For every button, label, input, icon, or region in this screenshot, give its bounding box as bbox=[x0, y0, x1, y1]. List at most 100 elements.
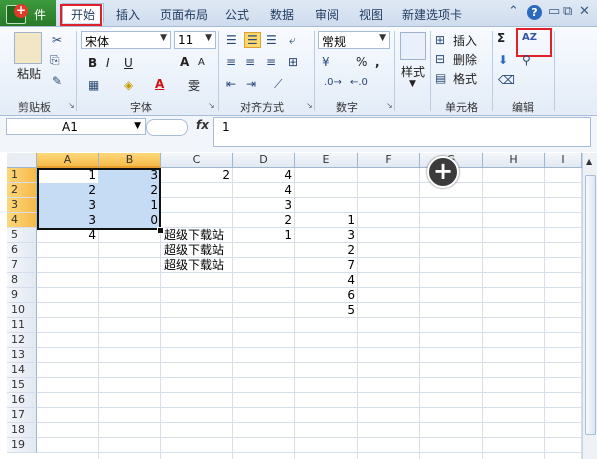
row-header-12[interactable]: 12 bbox=[7, 333, 37, 348]
row-header-4[interactable]: 4 bbox=[7, 213, 37, 228]
row-header-11[interactable]: 11 bbox=[7, 318, 37, 333]
cell-e8[interactable]: 4 bbox=[295, 273, 358, 288]
increase-indent-icon[interactable]: ⇥ bbox=[246, 77, 256, 91]
select-all-corner[interactable] bbox=[7, 153, 37, 168]
format-cells-button[interactable]: 格式 bbox=[453, 70, 477, 87]
formula-bar-expand[interactable] bbox=[146, 119, 188, 136]
tab-new[interactable]: 新建选项卡 bbox=[402, 6, 462, 23]
row-header-16[interactable]: 16 bbox=[7, 393, 37, 408]
insert-cells-icon[interactable]: ⊞ bbox=[435, 33, 445, 47]
fill-color-icon[interactable]: ◈ bbox=[124, 78, 133, 92]
row-header-10[interactable]: 10 bbox=[7, 303, 37, 318]
fill-handle[interactable] bbox=[157, 227, 164, 234]
align-middle-icon[interactable]: ☰ bbox=[244, 32, 261, 48]
cell-b1[interactable]: 3 bbox=[99, 168, 161, 183]
cell-c6[interactable]: 超级下载站 bbox=[161, 243, 233, 258]
row-header-18[interactable]: 18 bbox=[7, 423, 37, 438]
row-header-5[interactable]: 5 bbox=[7, 228, 37, 243]
column-header-f[interactable]: F bbox=[358, 153, 420, 168]
close-icon[interactable]: ✕ bbox=[579, 4, 590, 19]
insert-cells-button[interactable]: 插入 bbox=[453, 32, 477, 49]
delete-cells-button[interactable]: 删除 bbox=[453, 51, 477, 68]
copy-icon[interactable]: ⎘ bbox=[50, 53, 60, 68]
cell-d4[interactable]: 2 bbox=[233, 213, 295, 228]
cell-d1[interactable]: 4 bbox=[233, 168, 295, 183]
orientation-icon[interactable]: ⟋ bbox=[274, 77, 282, 92]
underline-button[interactable]: U bbox=[124, 56, 133, 70]
fill-icon[interactable]: ⬇ bbox=[498, 53, 508, 67]
tab-page-layout[interactable]: 页面布局 bbox=[160, 6, 208, 23]
align-center-icon[interactable]: ≡ bbox=[245, 55, 255, 69]
cell-c7[interactable]: 超级下载站 bbox=[161, 258, 233, 273]
tab-data[interactable]: 数据 bbox=[270, 6, 294, 23]
delete-cells-icon[interactable]: ⊟ bbox=[435, 52, 445, 66]
cell-e6[interactable]: 2 bbox=[295, 243, 358, 258]
formula-input[interactable]: 1 bbox=[213, 117, 591, 147]
clear-icon[interactable]: ⌫ bbox=[498, 73, 515, 87]
font-name-select[interactable]: 宋体 ▼ bbox=[81, 31, 171, 49]
align-bottom-icon[interactable]: ☰ bbox=[266, 33, 277, 47]
restore-icon[interactable]: ⧉ bbox=[563, 4, 572, 19]
paste-icon[interactable] bbox=[14, 32, 42, 64]
font-color-button[interactable]: A bbox=[155, 77, 164, 91]
alignment-launcher-icon[interactable]: ↘ bbox=[306, 101, 313, 110]
styles-icon[interactable] bbox=[400, 32, 426, 60]
row-header-6[interactable]: 6 bbox=[7, 243, 37, 258]
row-header-3[interactable]: 3 bbox=[7, 198, 37, 213]
row-header-8[interactable]: 8 bbox=[7, 273, 37, 288]
cell-b4[interactable]: 0 bbox=[99, 213, 161, 228]
decrease-decimal-icon[interactable]: ←.0 bbox=[350, 77, 368, 88]
insert-function-icon[interactable]: fx bbox=[196, 118, 209, 132]
column-header-d[interactable]: D bbox=[233, 153, 295, 168]
cut-icon[interactable]: ✂ bbox=[52, 33, 62, 47]
row-header-13[interactable]: 13 bbox=[7, 348, 37, 363]
increase-decimal-icon[interactable]: .0→ bbox=[324, 77, 342, 88]
number-format-select[interactable]: 常规 ▼ bbox=[318, 31, 390, 49]
tab-formulas[interactable]: 公式 bbox=[225, 6, 249, 23]
tab-review[interactable]: 审阅 bbox=[315, 6, 339, 23]
find-select-icon[interactable]: ⚲ bbox=[522, 53, 531, 67]
row-header-14[interactable]: 14 bbox=[7, 363, 37, 378]
align-right-icon[interactable]: ≡ bbox=[266, 55, 276, 69]
column-header-e[interactable]: E bbox=[295, 153, 358, 168]
chevron-down-icon[interactable]: ▼ bbox=[409, 79, 416, 89]
shrink-font-button[interactable]: A bbox=[198, 57, 205, 68]
number-launcher-icon[interactable]: ↘ bbox=[386, 101, 393, 110]
font-size-select[interactable]: 11 ▼ bbox=[174, 31, 216, 49]
cell-a5[interactable]: 4 bbox=[37, 228, 99, 243]
cell-e4[interactable]: 1 bbox=[295, 213, 358, 228]
name-box[interactable]: A1 ▼ bbox=[6, 118, 146, 135]
cell-b2[interactable]: 2 bbox=[99, 183, 161, 198]
cell-a2[interactable]: 2 bbox=[37, 183, 99, 198]
tab-file[interactable]: + 件 bbox=[0, 0, 56, 26]
paste-button[interactable]: 粘贴 bbox=[17, 65, 41, 82]
bold-button[interactable]: B bbox=[88, 56, 97, 70]
italic-button[interactable]: I bbox=[106, 56, 110, 70]
cell-d5[interactable]: 1 bbox=[233, 228, 295, 243]
help-icon[interactable]: ? bbox=[527, 5, 542, 20]
comma-button[interactable]: , bbox=[375, 55, 380, 69]
column-header-h[interactable]: H bbox=[483, 153, 545, 168]
styles-button[interactable]: 样式 bbox=[401, 63, 425, 80]
clipboard-launcher-icon[interactable]: ↘ bbox=[68, 101, 75, 110]
row-header-9[interactable]: 9 bbox=[7, 288, 37, 303]
autosum-button[interactable]: Σ bbox=[497, 31, 505, 45]
wrap-text-icon[interactable]: ⤶ bbox=[289, 33, 296, 48]
row-header-2[interactable]: 2 bbox=[7, 183, 37, 198]
minimize-icon[interactable]: ▭ bbox=[548, 4, 560, 19]
decrease-indent-icon[interactable]: ⇤ bbox=[226, 77, 236, 91]
cell-e5[interactable]: 3 bbox=[295, 228, 358, 243]
column-header-i[interactable]: I bbox=[545, 153, 582, 168]
column-header-c[interactable]: C bbox=[161, 153, 233, 168]
cell-c5[interactable]: 超级下载站 bbox=[161, 228, 233, 243]
percent-button[interactable]: % bbox=[356, 55, 367, 69]
format-cells-icon[interactable]: ▤ bbox=[435, 71, 446, 85]
tab-insert[interactable]: 插入 bbox=[116, 6, 140, 23]
phonetic-button[interactable]: 雯 bbox=[188, 77, 200, 94]
cell-e7[interactable]: 7 bbox=[295, 258, 358, 273]
merge-center-icon[interactable]: ⊞ bbox=[288, 55, 298, 69]
row-header-1[interactable]: 1 bbox=[7, 168, 37, 183]
cell-e9[interactable]: 6 bbox=[295, 288, 358, 303]
border-icon[interactable]: ▦ bbox=[88, 78, 99, 92]
add-icon[interactable]: + bbox=[427, 156, 459, 188]
